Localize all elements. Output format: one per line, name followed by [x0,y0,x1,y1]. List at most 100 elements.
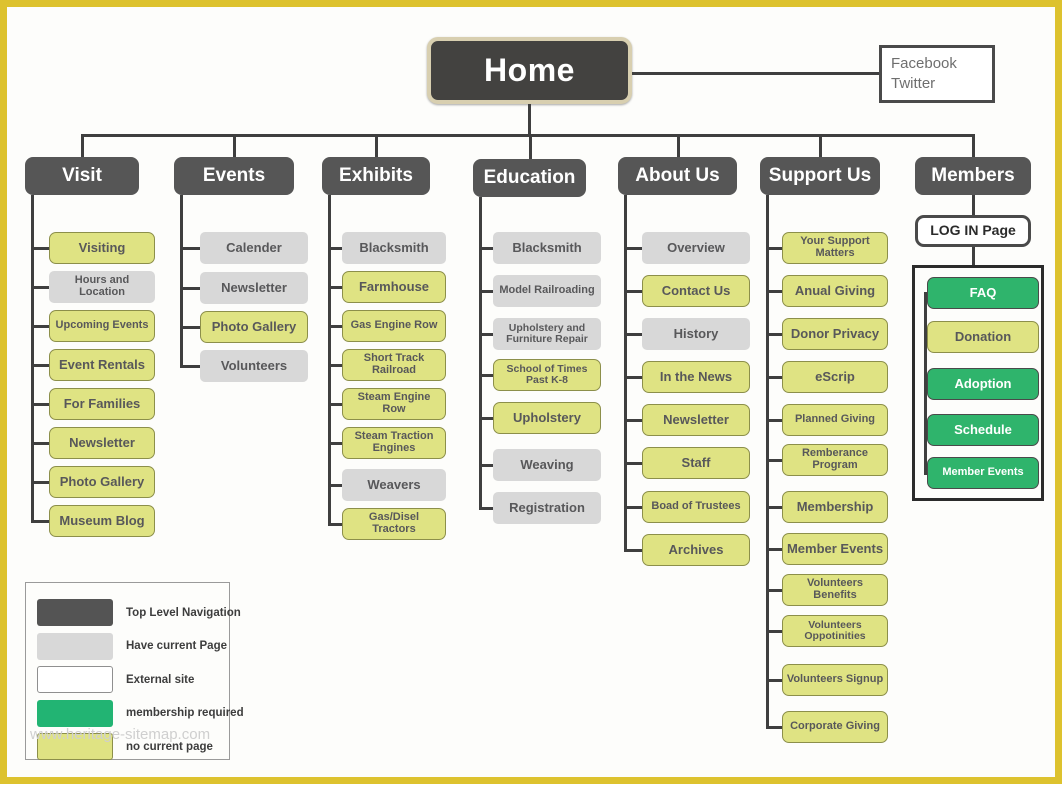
branch-support-us-7 [766,548,782,551]
node-members-0-label: FAQ [969,284,997,300]
legend-swatch-white [37,666,113,693]
node-support-us-7[interactable]: Member Events [782,533,888,565]
branch-exhibits-7 [328,523,342,526]
node-support-us-2[interactable]: Donor Privacy [782,318,888,350]
node-about-us-5[interactable]: Staff [642,447,750,479]
node-education-3[interactable]: School of Times Past K-8 [493,359,601,391]
node-exhibits-5[interactable]: Steam Traction Engines [342,427,446,459]
node-about-us-7[interactable]: Archives [642,534,750,566]
node-visit-4[interactable]: For Families [49,388,155,420]
branch-education-4 [479,417,493,420]
node-visit-3[interactable]: Event Rentals [49,349,155,381]
node-members-1[interactable]: Donation [927,321,1039,353]
branch-support-us-5 [766,459,782,462]
spine-events [180,195,183,366]
top-nav-education[interactable]: Education [473,159,586,197]
branch-education-2 [479,333,493,336]
branch-visit-6 [31,481,49,484]
node-about-us-3[interactable]: In the News [642,361,750,393]
members-login-node[interactable]: LOG IN Page [915,215,1031,247]
node-visit-2[interactable]: Upcoming Events [49,310,155,342]
branch-visit-5 [31,442,49,445]
branch-education-6 [479,507,493,510]
social-line1: Facebook [891,54,957,72]
node-members-2[interactable]: Adoption [927,368,1039,400]
node-support-us-11[interactable]: Corporate Giving [782,711,888,743]
bus-drop-visit [81,134,84,157]
node-events-0[interactable]: Calender [200,232,308,264]
node-support-us-6-label: Membership [796,498,874,514]
top-nav-about-us-label: About Us [635,164,720,186]
node-visit-7[interactable]: Museum Blog [49,505,155,537]
node-visit-7-label: Museum Blog [59,512,145,528]
branch-about-us-1 [624,290,642,293]
node-exhibits-0[interactable]: Blacksmith [342,232,446,264]
node-support-us-9[interactable]: Volunteers Oppotinities [782,615,888,647]
node-education-2[interactable]: Upholstery and Furniture Repair [493,318,601,350]
node-support-us-1-label: Anual Giving [794,282,876,298]
social-external-box[interactable]: Facebook Twitter [879,45,995,103]
node-visit-1[interactable]: Hours and Location [49,271,155,303]
node-events-3[interactable]: Volunteers [200,350,308,382]
node-education-6[interactable]: Registration [493,492,601,524]
members-login-node-label: LOG IN Page [930,222,1016,239]
branch-exhibits-6 [328,484,342,487]
node-support-us-8-label: Volunteers Benefits [806,577,864,601]
node-education-4-label: Upholstery [513,409,581,425]
legend-label-0: Top Level Navigation [126,606,241,619]
node-support-us-8[interactable]: Volunteers Benefits [782,574,888,606]
node-support-us-0[interactable]: Your Support Matters [782,232,888,264]
node-education-5[interactable]: Weaving [493,449,601,481]
node-exhibits-4[interactable]: Steam Engine Row [342,388,446,420]
node-support-us-4[interactable]: Planned Giving [782,404,888,436]
node-exhibits-2[interactable]: Gas Engine Row [342,310,446,342]
node-exhibits-3[interactable]: Short Track Railroad [342,349,446,381]
node-support-us-3-label: eScrip [815,368,855,384]
node-support-us-6[interactable]: Membership [782,491,888,523]
node-exhibits-1[interactable]: Farmhouse [342,271,446,303]
node-about-us-6[interactable]: Boad of Trustees [642,491,750,523]
node-education-0-label: Blacksmith [512,239,582,255]
node-visit-3-label: Event Rentals [59,356,145,372]
bus-drop-events [233,134,236,157]
login-to-group-line [972,247,975,265]
top-nav-about-us[interactable]: About Us [618,157,737,195]
top-nav-support-us[interactable]: Support Us [760,157,880,195]
node-support-us-5[interactable]: Remberance Program [782,444,888,476]
top-nav-members-label: Members [931,164,1015,186]
node-visit-0[interactable]: Visiting [49,232,155,264]
node-support-us-1[interactable]: Anual Giving [782,275,888,307]
top-nav-visit[interactable]: Visit [25,157,139,195]
legend-row-0: Top Level Navigation [37,599,241,626]
node-about-us-4[interactable]: Newsletter [642,404,750,436]
node-education-4[interactable]: Upholstery [493,402,601,434]
node-education-1[interactable]: Model Railroading [493,275,601,307]
branch-events-3 [180,365,200,368]
node-events-3-label: Volunteers [220,357,288,373]
branch-events-0 [180,247,200,250]
node-about-us-2[interactable]: History [642,318,750,350]
node-about-us-0[interactable]: Overview [642,232,750,264]
node-members-0[interactable]: FAQ [927,277,1039,309]
node-visit-6[interactable]: Photo Gallery [49,466,155,498]
branch-education-5 [479,464,493,467]
node-support-us-3[interactable]: eScrip [782,361,888,393]
node-support-us-10[interactable]: Volunteers Signup [782,664,888,696]
node-education-0[interactable]: Blacksmith [493,232,601,264]
node-exhibits-6[interactable]: Weavers [342,469,446,501]
node-events-1[interactable]: Newsletter [200,272,308,304]
node-members-3[interactable]: Schedule [927,414,1039,446]
node-exhibits-7[interactable]: Gas/Disel Tractors [342,508,446,540]
branch-events-1 [180,287,200,290]
node-events-2[interactable]: Photo Gallery [200,311,308,343]
node-visit-5[interactable]: Newsletter [49,427,155,459]
branch-visit-3 [31,364,49,367]
node-members-4[interactable]: Member Events [927,457,1039,489]
branch-support-us-4 [766,419,782,422]
top-nav-exhibits[interactable]: Exhibits [322,157,430,195]
node-exhibits-2-label: Gas Engine Row [350,319,438,332]
top-nav-events[interactable]: Events [174,157,294,195]
node-about-us-1[interactable]: Contact Us [642,275,750,307]
top-nav-members[interactable]: Members [915,157,1031,195]
home-node-label: Home [484,52,575,89]
